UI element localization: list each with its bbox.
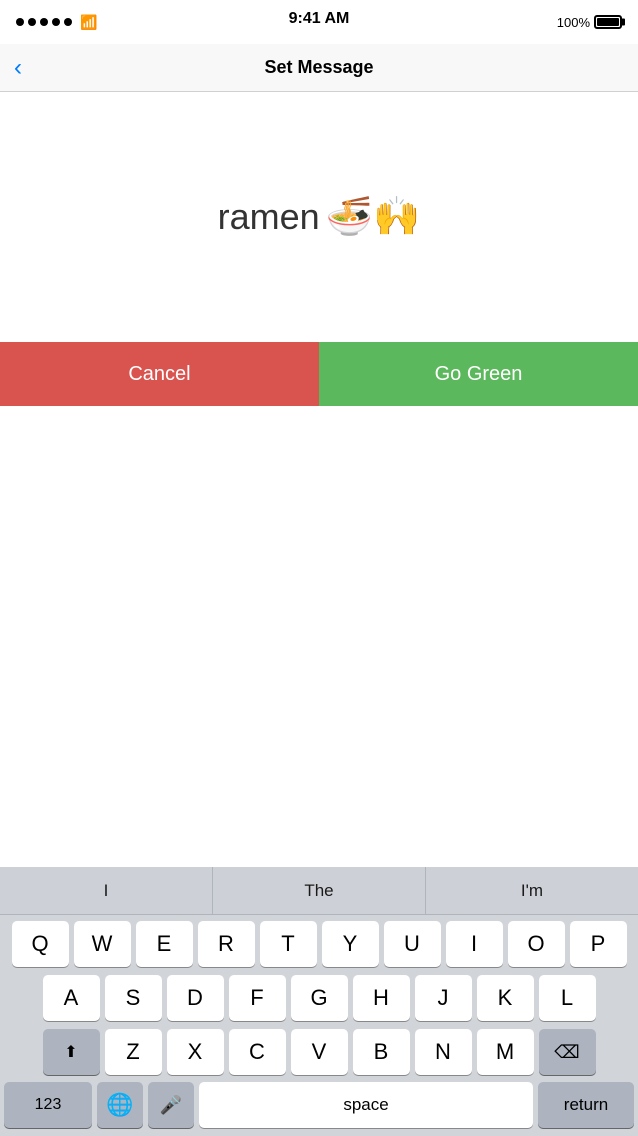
key-o[interactable]: O bbox=[508, 921, 565, 967]
key-k[interactable]: K bbox=[477, 975, 534, 1021]
signal-dot-5 bbox=[64, 18, 72, 26]
key-s[interactable]: S bbox=[105, 975, 162, 1021]
signal-dot-3 bbox=[40, 18, 48, 26]
key-e[interactable]: E bbox=[136, 921, 193, 967]
cancel-button[interactable]: Cancel bbox=[0, 342, 319, 406]
keyboard-row-2: A S D F G H J K L bbox=[0, 969, 638, 1023]
autocomplete-i[interactable]: I bbox=[0, 867, 213, 914]
key-d[interactable]: D bbox=[167, 975, 224, 1021]
key-f[interactable]: F bbox=[229, 975, 286, 1021]
mic-key[interactable]: 🎤 bbox=[148, 1082, 194, 1128]
key-y[interactable]: Y bbox=[322, 921, 379, 967]
go-green-button[interactable]: Go Green bbox=[319, 342, 638, 406]
battery-fill bbox=[597, 18, 619, 26]
battery-icon bbox=[594, 15, 622, 29]
key-n[interactable]: N bbox=[415, 1029, 472, 1075]
signal-dot-2 bbox=[28, 18, 36, 26]
status-left: 📶 bbox=[16, 14, 97, 31]
keyboard-row-1: Q W E R T Y U I O P bbox=[0, 915, 638, 969]
space-key[interactable]: space bbox=[199, 1082, 533, 1128]
key-g[interactable]: G bbox=[291, 975, 348, 1021]
keyboard-bottom-row: 123 🌐 🎤 space return bbox=[0, 1077, 638, 1136]
key-m[interactable]: M bbox=[477, 1029, 534, 1075]
message-emoji: 🍜🙌 bbox=[326, 195, 421, 239]
key-l[interactable]: L bbox=[539, 975, 596, 1021]
autocomplete-bar: I The I'm bbox=[0, 867, 638, 915]
message-area: ramen 🍜🙌 bbox=[0, 92, 638, 342]
key-x[interactable]: X bbox=[167, 1029, 224, 1075]
signal-dot-1 bbox=[16, 18, 24, 26]
key-i[interactable]: I bbox=[446, 921, 503, 967]
back-button[interactable]: ‹ bbox=[14, 56, 22, 80]
nav-bar: ‹ Set Message bbox=[0, 44, 638, 92]
status-time: 9:41 AM bbox=[289, 10, 350, 28]
wifi-icon: 📶 bbox=[80, 14, 97, 31]
key-a[interactable]: A bbox=[43, 975, 100, 1021]
signal-dot-4 bbox=[52, 18, 60, 26]
key-p[interactable]: P bbox=[570, 921, 627, 967]
numbers-key[interactable]: 123 bbox=[4, 1082, 92, 1128]
key-h[interactable]: H bbox=[353, 975, 410, 1021]
shift-key[interactable]: ⬆ bbox=[43, 1029, 100, 1075]
key-w[interactable]: W bbox=[74, 921, 131, 967]
key-r[interactable]: R bbox=[198, 921, 255, 967]
key-u[interactable]: U bbox=[384, 921, 441, 967]
key-b[interactable]: B bbox=[353, 1029, 410, 1075]
key-j[interactable]: J bbox=[415, 975, 472, 1021]
autocomplete-the[interactable]: The bbox=[213, 867, 426, 914]
return-key[interactable]: return bbox=[538, 1082, 634, 1128]
status-right: 100% bbox=[557, 15, 622, 30]
key-q[interactable]: Q bbox=[12, 921, 69, 967]
key-v[interactable]: V bbox=[291, 1029, 348, 1075]
keyboard: I The I'm Q W E R T Y U I O P A S D F G … bbox=[0, 867, 638, 1136]
key-z[interactable]: Z bbox=[105, 1029, 162, 1075]
page-title: Set Message bbox=[264, 57, 373, 78]
action-buttons: Cancel Go Green bbox=[0, 342, 638, 406]
autocomplete-im[interactable]: I'm bbox=[426, 867, 638, 914]
globe-key[interactable]: 🌐 bbox=[97, 1082, 143, 1128]
key-t[interactable]: T bbox=[260, 921, 317, 967]
key-c[interactable]: C bbox=[229, 1029, 286, 1075]
message-word: ramen bbox=[218, 196, 320, 238]
delete-key[interactable]: ⌫ bbox=[539, 1029, 596, 1075]
status-bar: 📶 9:41 AM 100% bbox=[0, 0, 638, 44]
keyboard-row-3: ⬆ Z X C V B N M ⌫ bbox=[0, 1023, 638, 1077]
message-content: ramen 🍜🙌 bbox=[218, 195, 421, 239]
battery-percentage: 100% bbox=[557, 15, 590, 30]
